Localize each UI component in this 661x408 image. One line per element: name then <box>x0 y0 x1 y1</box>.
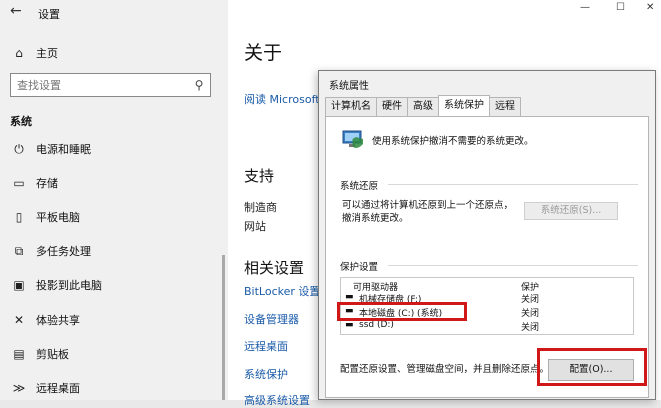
website-label: 网站 <box>244 220 266 233</box>
tab-computer-name[interactable]: 计算机名 <box>325 97 377 116</box>
intro-text: 使用系统保护撤消不需要的系统更改。 <box>372 136 534 147</box>
restore-group-label: 系统还原 <box>340 181 379 192</box>
tab-system-protection[interactable]: 系统保护 <box>438 95 490 116</box>
config-description: 配置还原设置、管理磁盘空间，并且删除还原点。 <box>340 364 550 375</box>
dialog-title: 系统属性 <box>329 81 369 92</box>
nav-item-label: 存储 <box>36 177 58 190</box>
nav-item-project[interactable]: ▣ 投影到此电脑 <box>0 272 228 298</box>
tab-remote[interactable]: 远程 <box>489 97 521 116</box>
home-icon: ⌂ <box>15 46 23 60</box>
drive-icon: ▬ <box>345 320 354 330</box>
clipboard-icon: ▤ <box>13 347 25 361</box>
divider <box>388 265 638 266</box>
nav-item-label: 平板电脑 <box>36 211 80 224</box>
section-heading: 系统 <box>10 115 32 128</box>
nav-item-label: 剪贴板 <box>36 348 69 361</box>
restore-description: 可以通过将计算机还原到上一个还原点，撤消系统更改。 <box>342 200 514 224</box>
drive-status: 关闭 <box>521 309 540 319</box>
dialog-tabs: 计算机名 硬件 高级 系统保护 远程 <box>325 95 521 116</box>
nav-item-share[interactable]: ✕ 体验共享 <box>0 307 228 333</box>
nav-item-tablet[interactable]: ▯ 平板电脑 <box>0 204 228 230</box>
close-icon[interactable]: ✕ <box>646 2 654 13</box>
support-heading: 支持 <box>244 167 275 185</box>
drive-name: ssd (D:) <box>359 320 394 330</box>
system-protection-icon <box>342 130 363 148</box>
remote-desktop-icon: ≫ <box>12 381 26 395</box>
share-icon: ✕ <box>13 313 25 327</box>
maximize-icon[interactable]: ☐ <box>616 2 625 13</box>
project-icon: ▣ <box>13 278 25 292</box>
nav-item-label: 电源和睡眠 <box>36 143 91 156</box>
settings-nav: ← 设置 ⌂ 主页 ⚲ 系统 ⏻ 电源和睡眠 ▭ 存储 ▯ 平板电脑 ⧉ 多任务… <box>0 0 228 400</box>
drive-status: 关闭 <box>521 295 540 305</box>
search-input[interactable] <box>17 78 188 92</box>
nav-item-storage[interactable]: ▭ 存储 <box>0 170 228 196</box>
storage-icon: ▭ <box>13 176 25 190</box>
back-arrow-icon[interactable]: ← <box>10 3 22 19</box>
power-icon: ⏻ <box>14 141 24 156</box>
nav-item-label: 远程桌面 <box>36 382 80 395</box>
search-icon[interactable]: ⚲ <box>188 78 210 92</box>
nav-home-label: 主页 <box>36 47 58 60</box>
table-row[interactable]: ▬ ssd (D:) 关闭 <box>343 320 631 333</box>
nav-item-clipboard[interactable]: ▤ 剪贴板 <box>0 341 228 367</box>
system-restore-button[interactable]: 系统还原(S)... <box>524 202 618 220</box>
highlight-configure-button <box>537 348 647 386</box>
drive-status: 关闭 <box>521 323 540 333</box>
protection-group-label: 保护设置 <box>340 262 379 273</box>
remote-desktop-link[interactable]: 远程桌面 <box>244 338 288 354</box>
window-title: 设置 <box>38 8 60 21</box>
nav-item-multitask[interactable]: ⧉ 多任务处理 <box>0 238 228 264</box>
divider <box>388 184 638 185</box>
nav-item-power[interactable]: ⏻ 电源和睡眠 <box>0 136 228 162</box>
page-title: 关于 <box>244 42 283 64</box>
bitlocker-link[interactable]: BitLocker 设置 <box>244 283 320 299</box>
drive-icon: ▬ <box>345 292 354 302</box>
nav-item-label: 投影到此电脑 <box>36 279 102 292</box>
nav-item-label: 多任务处理 <box>36 245 91 258</box>
advanced-settings-link[interactable]: 高级系统设置 <box>244 392 310 408</box>
nav-scrollbar[interactable] <box>222 255 225 400</box>
tab-advanced[interactable]: 高级 <box>407 97 439 116</box>
nav-item-remote-desktop[interactable]: ≫ 远程桌面 <box>0 375 228 401</box>
multitask-icon: ⧉ <box>14 243 24 258</box>
related-settings-heading: 相关设置 <box>244 259 305 277</box>
search-box[interactable]: ⚲ <box>10 73 211 97</box>
nav-item-label: 体验共享 <box>36 314 80 327</box>
manufacturer-label: 制造商 <box>244 201 277 214</box>
nav-home[interactable]: ⌂ 主页 <box>0 40 228 66</box>
tablet-icon: ▯ <box>15 210 23 224</box>
system-protection-link[interactable]: 系统保护 <box>244 366 288 382</box>
highlight-c-drive <box>337 302 467 321</box>
minimize-icon[interactable]: — <box>580 2 590 13</box>
device-manager-link[interactable]: 设备管理器 <box>244 311 299 327</box>
tab-hardware[interactable]: 硬件 <box>376 97 408 116</box>
